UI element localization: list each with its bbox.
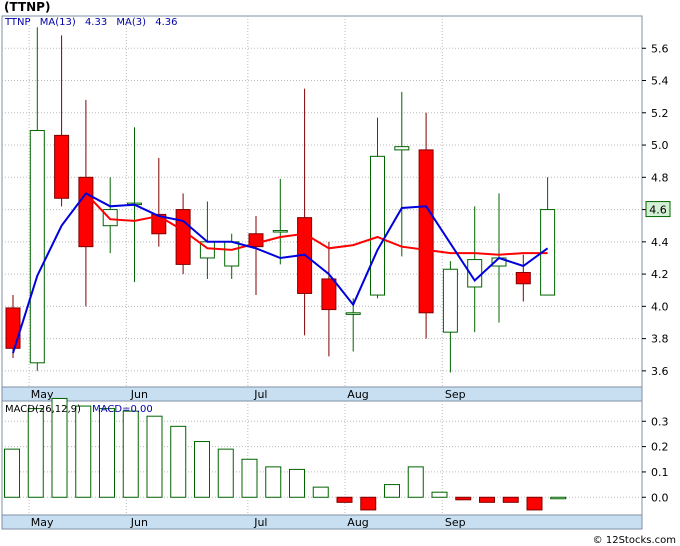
macd-bar-positive xyxy=(170,425,187,498)
last-price-badge: 4.6 xyxy=(645,201,671,218)
macd-tick-label: 0.2 xyxy=(651,441,669,454)
legend-ticker: TTNP xyxy=(4,17,31,28)
macd-tick-label: 0.3 xyxy=(651,415,669,428)
macd-bar-positive xyxy=(265,466,282,498)
macd-bar-positive xyxy=(431,491,448,498)
macd-bar-positive xyxy=(122,410,139,498)
legend-ma13-label: MA(13) xyxy=(40,17,76,28)
macd-bar-positive xyxy=(75,405,92,498)
price-panel xyxy=(1,15,643,388)
macd-bar-positive xyxy=(289,468,305,498)
candle-body xyxy=(102,209,118,227)
x-label-sep: Sep xyxy=(445,388,466,401)
price-tick-label: 4.0 xyxy=(651,300,669,313)
candle-body xyxy=(54,134,70,199)
macd-date-axis xyxy=(1,514,643,530)
macd-bar-positive xyxy=(27,408,44,498)
x-label-jun: Jun xyxy=(130,516,148,529)
macd-bar-positive xyxy=(99,408,115,498)
macd-bar-positive xyxy=(241,458,258,498)
macd-bar-negative xyxy=(360,496,377,511)
legend-ma3-label: MA(3) xyxy=(116,17,146,28)
x-label-may: May xyxy=(31,516,54,529)
macd-tick-label: 0.1 xyxy=(651,466,669,479)
candle-body xyxy=(442,268,458,333)
macd-bar-positive xyxy=(407,466,424,498)
candle-body xyxy=(394,146,410,151)
candle-body xyxy=(78,176,94,248)
legend-ma13-value: 4.33 xyxy=(85,17,107,28)
candle-body xyxy=(175,209,191,265)
macd-bar-negative xyxy=(336,496,353,503)
price-tick-label: 3.8 xyxy=(651,333,669,346)
x-label-aug: Aug xyxy=(347,516,368,529)
macd-bar-positive xyxy=(146,415,163,498)
macd-bar-positive xyxy=(312,486,329,498)
macd-y-axis: 0.0 0.1 0.2 0.3 xyxy=(642,415,669,504)
price-tick-label: 3.6 xyxy=(651,365,669,378)
legend-ma3-value: 4.36 xyxy=(155,17,177,28)
price-tick-label: 5.0 xyxy=(651,139,669,152)
x-label-jul: Jul xyxy=(253,516,267,529)
macd-bar-positive xyxy=(384,484,400,498)
macd-bar-positive xyxy=(217,448,234,498)
macd-bar-negative xyxy=(502,496,519,503)
chart-canvas: 3.6 3.8 4.0 4.2 4.4 4.6 4.8 5.0 5.2 5.4 5.6 0.0 0.1… xyxy=(1,0,676,546)
candle-body xyxy=(370,155,385,296)
candle-body xyxy=(5,307,21,349)
x-label-jul: Jul xyxy=(253,388,267,401)
price-tick-label: 5.2 xyxy=(651,107,669,120)
chart-page: 3.6 3.8 4.0 4.2 4.4 4.6 4.8 5.0 5.2 5.4 5.6 0.0 0.1… xyxy=(0,0,680,546)
candle-body xyxy=(272,230,288,233)
price-tick-label: 4.4 xyxy=(651,236,669,249)
candle-body xyxy=(515,271,531,285)
x-label-aug: Aug xyxy=(347,388,368,401)
price-tick-label: 5.6 xyxy=(651,42,669,55)
candle-body xyxy=(345,312,361,315)
chart-title: (TTNP) xyxy=(4,0,50,14)
macd-legend-label: MACD(26,12,9) xyxy=(5,404,81,415)
macd-tick-label: 0.0 xyxy=(651,491,669,504)
macd-bar-positive xyxy=(194,441,210,498)
candle-body xyxy=(321,278,337,311)
macd-legend-value: MACD=0.00 xyxy=(92,404,153,415)
macd-panel xyxy=(1,400,643,516)
x-label-jun: Jun xyxy=(130,388,148,401)
x-label-sep: Sep xyxy=(445,516,466,529)
x-label-may: May xyxy=(31,388,54,401)
price-date-axis xyxy=(1,386,643,402)
candle-body xyxy=(418,149,434,314)
price-tick-label: 5.4 xyxy=(651,75,669,88)
macd-legend: MACD(26,12,9) MACD=0.00 xyxy=(5,404,153,415)
price-tick-label: 4.2 xyxy=(651,268,669,281)
candle-body xyxy=(29,130,45,364)
macd-bar-negative xyxy=(455,496,472,501)
macd-bar-negative xyxy=(526,496,543,511)
price-tick-label: 4.8 xyxy=(651,171,669,184)
macd-bar-positive xyxy=(550,496,567,500)
macd-bar-negative xyxy=(479,496,495,503)
macd-bar-positive xyxy=(4,448,20,498)
candle-body xyxy=(224,241,240,267)
last-price-value: 4.6 xyxy=(649,204,667,217)
watermark: © 12Stocks.com xyxy=(593,535,676,546)
